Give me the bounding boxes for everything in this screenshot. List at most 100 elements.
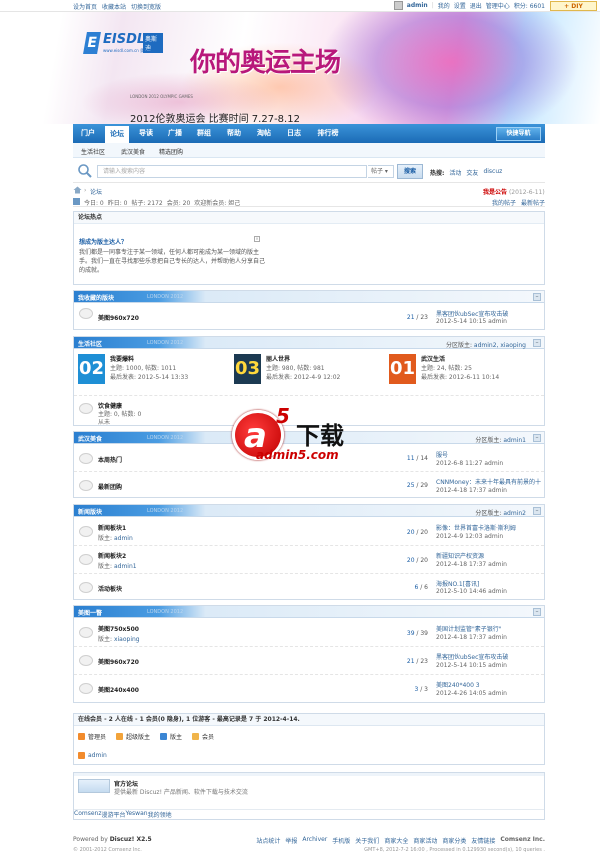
forum-name[interactable]: 美图240x400: [98, 685, 139, 694]
nav-broadcast[interactable]: 广播: [162, 124, 188, 143]
collapse-icon[interactable]: –: [533, 507, 541, 515]
credits-link[interactable]: 积分: 6601: [514, 1, 545, 10]
quick-nav-button[interactable]: 快捷导航: [496, 127, 541, 141]
collapse-icon[interactable]: –: [533, 608, 541, 616]
forum-name[interactable]: 新闻板块1: [98, 523, 126, 532]
site-logo[interactable]: E EISDL 奥斯迪 www.eisdl.com.cn 奥斯迪: [83, 32, 163, 56]
footer-link[interactable]: 站点统计: [256, 836, 280, 845]
section-title[interactable]: 新闻版块: [78, 507, 102, 516]
nav-help[interactable]: 帮助: [221, 124, 247, 143]
nav-portal[interactable]: 门户: [75, 124, 101, 143]
my-link[interactable]: 我的: [438, 1, 450, 10]
last-thread-link[interactable]: CNNMoney：未来十年最具有前景的十: [436, 477, 541, 486]
forum-tile[interactable]: 02 我要爆料 主题: 1000, 帖数: 1011 最后发表: 2012-5-…: [74, 354, 230, 386]
forum-name[interactable]: 美图960x720: [98, 657, 139, 666]
logout-link[interactable]: 退出: [470, 1, 482, 10]
footer-link[interactable]: 友情链接: [471, 836, 495, 845]
footer-company[interactable]: Comsenz Inc.: [500, 836, 545, 845]
last-thread-link[interactable]: 美图240*400 3: [436, 680, 480, 689]
forum-name[interactable]: 美图960x720: [98, 313, 139, 322]
collapse-icon[interactable]: –: [533, 339, 541, 347]
forum-name[interactable]: 新闻板块2: [98, 551, 126, 560]
last-thread-link[interactable]: 美国计划监管"素子银行": [436, 624, 502, 633]
footer-link[interactable]: 手机版: [332, 836, 350, 845]
footer-link[interactable]: Archiver: [302, 836, 327, 845]
forum-row[interactable]: 美图240x400 3 / 3 美图240*400 3 2012-4-26 14…: [74, 675, 544, 703]
search-input[interactable]: 请输入搜索内容: [97, 165, 367, 178]
forum-row[interactable]: 美图960x720 21 / 23 黑客团伙ubSec宣布攻击破 2012-5-…: [74, 647, 544, 675]
nav-guide[interactable]: 导读: [133, 124, 159, 143]
last-thread-link[interactable]: 黑客团伙ubSec宣布攻击破: [436, 652, 508, 661]
last-thread-link[interactable]: 影像：世界首富卡洛斯·斯利姆: [436, 523, 516, 532]
nav-collections[interactable]: 淘帖: [251, 124, 277, 143]
admin-center-link[interactable]: 管理中心: [486, 1, 510, 10]
hot-search-item[interactable]: 交友: [466, 168, 478, 177]
section-title[interactable]: 我收藏的版块: [78, 293, 114, 302]
nav-forum[interactable]: 论坛: [105, 126, 129, 143]
nav-ranking[interactable]: 排行榜: [311, 124, 345, 143]
avatar[interactable]: [393, 1, 403, 10]
forum-tile[interactable]: 03 丽人世界 主题: 980, 帖数: 981 最后发表: 2012-4-9 …: [230, 354, 386, 386]
set-homepage-link[interactable]: 设为首页: [73, 2, 97, 11]
forum-row[interactable]: 新闻板块2 版主: admin1 20 / 20 新疆知识产权资源 2012-4…: [74, 546, 544, 574]
link-mydomain[interactable]: 我的领地: [148, 810, 172, 820]
watermark-logo: a 5 下载 admin5.com: [232, 404, 372, 466]
close-icon[interactable]: ×: [254, 236, 260, 242]
online-title[interactable]: 在线会员 - 2 人在线 - 1 会员(0 隐身), 1 位游客 - 最高记录是…: [74, 714, 544, 726]
breadcrumb-forum[interactable]: 论坛: [90, 187, 102, 196]
nav-blog[interactable]: 日志: [281, 124, 307, 143]
newest-posts-link[interactable]: 最新帖子: [521, 198, 545, 207]
subnav-food[interactable]: 武汉美食: [121, 147, 145, 156]
online-user-name[interactable]: admin: [88, 752, 107, 759]
settings-link[interactable]: 设置: [454, 1, 466, 10]
forum-row[interactable]: 活动板块 6 / 6 海报NO.1[喜讯] 2012-5-10 14:46 ad…: [74, 574, 544, 600]
forum-name[interactable]: 本周热门: [98, 455, 122, 464]
forum-tile[interactable]: 01 武汉生活 主题: 24, 帖数: 25 最后发表: 2012-6-11 1…: [385, 354, 541, 386]
search-type-select[interactable]: 帖子 ▾: [368, 165, 394, 178]
forum-name[interactable]: 我要爆料: [110, 354, 134, 363]
footer-link[interactable]: 关于我们: [355, 836, 379, 845]
footer-link[interactable]: 商家大全: [384, 836, 408, 845]
forum-name[interactable]: 美图750x500: [98, 624, 139, 633]
announcement[interactable]: 我是公告 (2012-6-11): [483, 187, 545, 196]
hot-search-item[interactable]: discuz: [483, 168, 502, 177]
search-button[interactable]: 搜索: [397, 164, 423, 179]
last-thread-link[interactable]: 服号: [436, 450, 448, 459]
section-title[interactable]: 生活社区: [78, 339, 102, 348]
diy-button[interactable]: + DIY: [550, 1, 597, 11]
my-posts-link[interactable]: 我的帖子: [492, 198, 516, 207]
forum-name[interactable]: 丽人世界: [266, 354, 290, 363]
hot-question-link[interactable]: 想成为版主达人？: [79, 237, 127, 246]
last-thread-link[interactable]: 海报NO.1[喜讯]: [436, 579, 479, 588]
forum-name[interactable]: 活动板块: [98, 584, 122, 593]
link-yeswan[interactable]: Yeswan: [126, 810, 148, 820]
link-manyou[interactable]: 漫游平台: [101, 810, 125, 820]
footer-link[interactable]: 举报: [285, 836, 297, 845]
forum-row[interactable]: 新闻板块1 版主: admin 20 / 20 影像：世界首富卡洛斯·斯利姆 2…: [74, 518, 544, 546]
subnav-groupbuy[interactable]: 精选团购: [159, 147, 183, 156]
forum-name[interactable]: 武汉生活: [421, 354, 445, 363]
collapse-icon[interactable]: –: [533, 293, 541, 301]
last-thread-link[interactable]: 新疆知识产权资源: [436, 551, 484, 560]
section-title[interactable]: 武汉美食: [78, 434, 102, 443]
subnav-life[interactable]: 生活社区: [81, 147, 105, 156]
nav-groups[interactable]: 群组: [191, 124, 217, 143]
online-user[interactable]: admin: [78, 752, 107, 759]
wide-mode-link[interactable]: 切换到宽版: [131, 2, 161, 11]
hot-search-item[interactable]: 活动: [449, 168, 461, 177]
last-thread-link[interactable]: 黑客团伙ubSec宣布攻击破: [436, 309, 508, 318]
section-title[interactable]: 美图一瞥: [78, 608, 102, 617]
link-comsenz[interactable]: Comsenz: [74, 810, 101, 820]
bookmark-link[interactable]: 收藏本站: [102, 2, 126, 11]
footer-link[interactable]: 商家分类: [442, 836, 466, 845]
discuz-logo[interactable]: [78, 779, 110, 793]
collapse-icon[interactable]: –: [533, 434, 541, 442]
home-icon[interactable]: [73, 186, 82, 194]
forum-name[interactable]: 最新团购: [98, 482, 122, 491]
username-link[interactable]: admin: [407, 2, 428, 9]
forum-row[interactable]: 美图960x720 21 / 23 黑客团伙ubSec宣布攻击破 2012-5-…: [74, 304, 544, 330]
forum-row[interactable]: 美图750x500 版主: xiaoping 39 / 39 美国计划监管"素子…: [74, 619, 544, 647]
forum-row[interactable]: 最新团购 25 / 29 CNNMoney：未来十年最具有前景的十 2012-4…: [74, 472, 544, 498]
announcement-text[interactable]: 我是公告: [483, 189, 507, 196]
footer-link[interactable]: 商家活动: [413, 836, 437, 845]
